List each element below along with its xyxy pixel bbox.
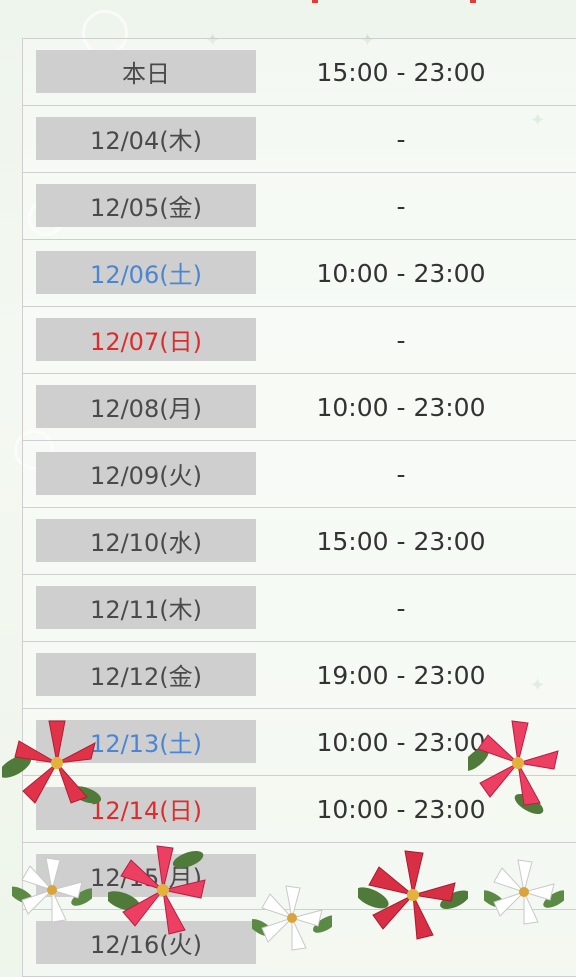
- schedule-date: 12/10(水): [36, 519, 256, 562]
- schedule-date: 12/08(月): [36, 385, 256, 428]
- schedule-date: 12/12(金): [36, 653, 256, 696]
- poinsettia-white-icon: [12, 857, 92, 923]
- schedule-time: -: [396, 459, 406, 489]
- poinsettia-red-icon: [108, 845, 206, 935]
- schedule-time: 19:00 - 23:00: [316, 660, 486, 690]
- schedule-date: 本日: [36, 50, 256, 93]
- schedule-row: 12/04(木) -: [23, 106, 576, 173]
- decor-red-mark: [470, 0, 476, 3]
- schedule-row: 12/09(火) -: [23, 441, 576, 508]
- schedule-row: 12/12(金) 19:00 - 23:00: [23, 642, 576, 709]
- schedule-date: 12/06(土): [36, 251, 256, 294]
- poinsettia-red-icon: [2, 720, 102, 804]
- schedule-row: 12/11(木) -: [23, 575, 576, 642]
- schedule-date: 12/07(日): [36, 318, 256, 361]
- poinsettia-white-icon: [252, 885, 332, 951]
- schedule-time: 10:00 - 23:00: [316, 392, 486, 422]
- schedule-time: -: [396, 124, 406, 154]
- schedule-row: 12/10(水) 15:00 - 23:00: [23, 508, 576, 575]
- schedule-time: 15:00 - 23:00: [316, 526, 486, 556]
- schedule-row: 12/06(土) 10:00 - 23:00: [23, 240, 576, 307]
- schedule-time: -: [396, 325, 406, 355]
- schedule-date: 12/09(火): [36, 452, 256, 495]
- schedule-row: 本日 15:00 - 23:00: [23, 39, 576, 106]
- schedule-date: 12/05(金): [36, 184, 256, 227]
- decor-red-mark: [312, 0, 318, 3]
- poinsettia-red-icon: [468, 720, 559, 815]
- poinsettia-white-icon: [484, 859, 564, 925]
- schedule-time: -: [396, 191, 406, 221]
- schedule-row: 12/08(月) 10:00 - 23:00: [23, 374, 576, 441]
- schedule-row: 12/07(日) -: [23, 307, 576, 374]
- schedule-time: 10:00 - 23:00: [316, 258, 486, 288]
- schedule-time: -: [396, 593, 406, 623]
- schedule-table: 本日 15:00 - 23:00 12/04(木) - 12/05(金) - 12/06(土…: [22, 38, 576, 977]
- poinsettia-red-icon: [358, 850, 468, 940]
- schedule-time: 15:00 - 23:00: [316, 57, 486, 87]
- schedule-date: 12/11(木): [36, 586, 256, 629]
- schedule-date: 12/04(木): [36, 117, 256, 160]
- schedule-row: 12/05(金) -: [23, 173, 576, 240]
